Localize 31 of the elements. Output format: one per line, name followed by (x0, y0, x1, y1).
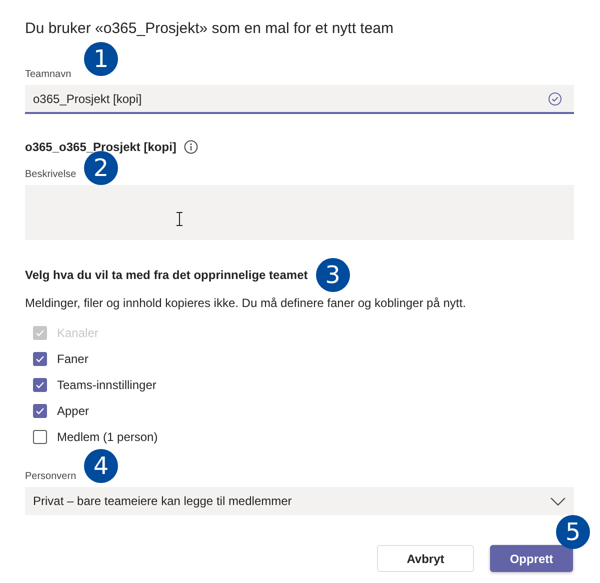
checkbox-label: Medlem (1 person) (57, 429, 158, 446)
checkbox[interactable] (33, 430, 47, 444)
checkbox[interactable] (33, 404, 47, 418)
dialog-title: Du bruker «o365_Prosjekt» som en mal for et nytt team (25, 20, 395, 38)
checkmark-icon (35, 354, 45, 364)
checkmark-icon (35, 406, 45, 416)
team-name-field[interactable]: o365_Prosjekt [kopi] (25, 85, 574, 114)
field-label: Personvern (25, 470, 76, 484)
checkbox-label: Kanaler (57, 325, 98, 342)
checkmark-icon (35, 380, 45, 390)
section-note: Meldinger, filer og innhold kopieres ikke. Du må definere faner og koblinger på nytt. (25, 295, 467, 312)
checkbox[interactable] (33, 378, 47, 392)
privacy-dropdown[interactable]: Privat – bare teameiere kan legge til medlemmer (25, 487, 574, 515)
checkbox[interactable] (33, 352, 47, 366)
callout-number: 3 (316, 258, 350, 292)
section-heading: Velg hva du vil ta med fra det opprinnelige teamet (25, 267, 308, 284)
checkbox-label: Teams-innstillinger (57, 377, 156, 394)
field-label: Beskrivelse (25, 168, 76, 182)
callout-number: 2 (84, 151, 118, 185)
callout-number: 1 (84, 42, 118, 76)
field-label: Teamnavn (25, 68, 72, 82)
checkbox-label: Apper (57, 403, 90, 420)
chevron-down-icon (550, 496, 566, 506)
text-cursor-icon (176, 212, 183, 226)
create-button[interactable]: Opprett (490, 545, 573, 572)
description-field[interactable] (25, 185, 574, 240)
cancel-button[interactable]: Avbryt (377, 545, 474, 572)
info-icon[interactable] (184, 140, 198, 154)
checkbox-label: Faner (57, 351, 88, 368)
callout-number: 5 (556, 515, 590, 549)
callout-number: 4 (84, 449, 118, 483)
